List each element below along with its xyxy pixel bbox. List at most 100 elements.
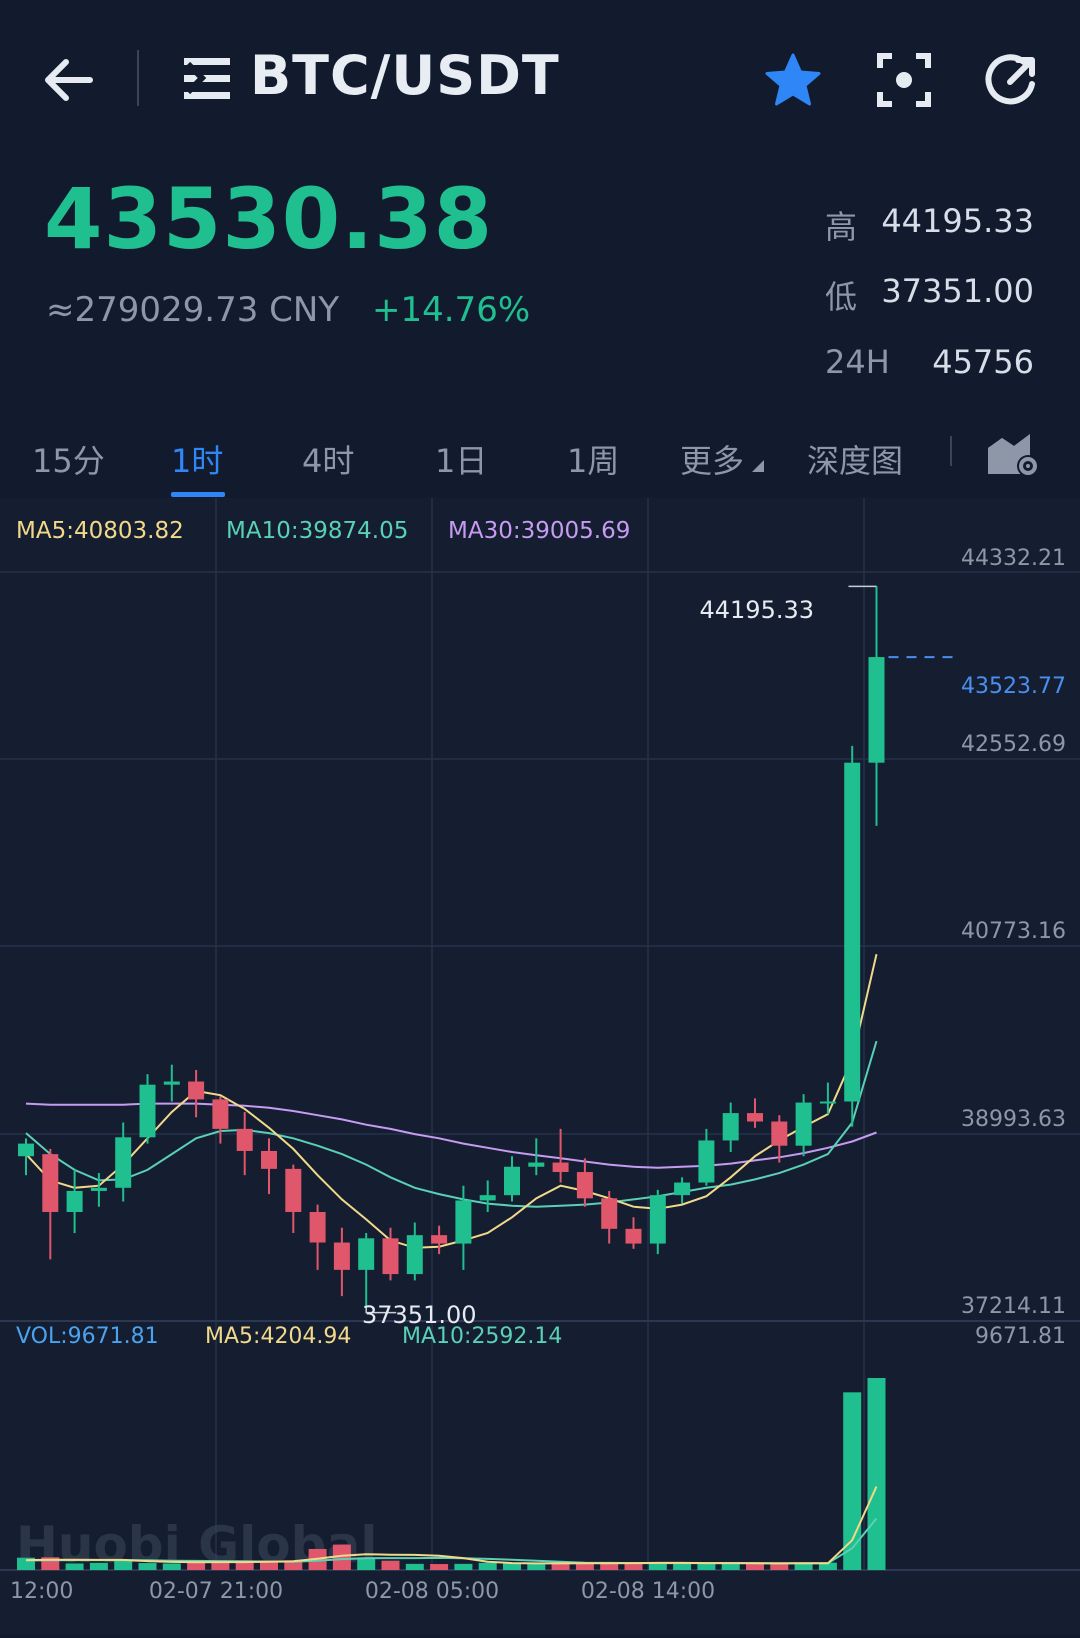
volume-bar <box>65 1563 84 1570</box>
volume-bar <box>430 1564 449 1570</box>
tab-1w[interactable]: 1周 <box>567 436 619 482</box>
candle-body <box>285 1168 302 1212</box>
scan-icon[interactable] <box>876 52 932 108</box>
time-axis-label: 02-08 14:00 <box>581 1579 715 1604</box>
volume-bar <box>697 1563 716 1570</box>
chart-settings-icon[interactable] <box>986 428 1040 478</box>
candle-body <box>455 1200 472 1244</box>
candle-body <box>309 1211 326 1243</box>
candle-body <box>163 1081 180 1085</box>
candle-body <box>406 1235 423 1275</box>
ma5-indicator: MA5:40803.82 <box>16 518 184 544</box>
candle-body <box>747 1113 763 1122</box>
candle-body <box>139 1084 156 1138</box>
volume-24h-label: 24H <box>825 343 890 381</box>
candle-body <box>868 657 885 763</box>
kline-chart[interactable]: Huobi Global MA5:40803.82 MA10:39874.05 … <box>0 498 1080 1634</box>
time-axis-label: 02-07 21:00 <box>149 1579 283 1604</box>
candle-body <box>528 1162 545 1167</box>
low-annotation: 37351.00 <box>362 1301 477 1329</box>
candle-body <box>552 1162 569 1173</box>
price-axis-label: 40773.16 <box>961 919 1066 944</box>
tab-1h[interactable]: 1时 <box>171 436 223 482</box>
price-cny: ≈279029.73 CNY <box>46 290 340 330</box>
volume-bar <box>503 1563 521 1570</box>
tab-15m[interactable]: 15分 <box>32 436 105 482</box>
high-label: 高 <box>825 208 858 246</box>
volume-bar <box>867 1378 886 1570</box>
volume-bar <box>114 1559 133 1570</box>
volume-bar <box>187 1562 206 1570</box>
tab-more-label: 更多 <box>680 442 745 480</box>
candle-body <box>261 1150 277 1169</box>
candle-body <box>212 1099 229 1129</box>
candle-body <box>18 1143 34 1157</box>
candle-body <box>722 1113 739 1141</box>
menu-icon[interactable] <box>184 56 234 102</box>
candle-body <box>479 1195 496 1201</box>
candle-body <box>358 1238 375 1270</box>
candle-body <box>382 1238 399 1275</box>
high-annotation: 44195.33 <box>699 596 814 624</box>
low-value: 37351.00 <box>881 272 1034 310</box>
volume-bar <box>527 1563 546 1570</box>
volume-ma5-indicator: MA5:4204.94 <box>205 1324 351 1349</box>
price-axis-label: 42552.69 <box>961 732 1066 757</box>
candle-body <box>795 1102 812 1146</box>
candle-body <box>576 1172 593 1199</box>
ma10-indicator: MA10:39874.05 <box>226 518 408 544</box>
volume-bar <box>454 1563 473 1570</box>
refresh-icon[interactable] <box>980 50 1040 110</box>
volume-bar <box>162 1563 181 1570</box>
price-axis-label: 44332.21 <box>961 546 1066 571</box>
last-price: 43530.38 <box>44 170 494 268</box>
price-axis-label: 37214.11 <box>961 1294 1066 1319</box>
volume-bar <box>381 1560 400 1570</box>
volume-bar <box>138 1563 157 1570</box>
volume-bar <box>746 1563 764 1570</box>
candle-body <box>625 1228 642 1244</box>
top-bar: BTC/USDT <box>0 0 1080 160</box>
candle-body <box>504 1166 520 1196</box>
candle-body <box>649 1195 666 1244</box>
caret-down-icon <box>752 460 765 472</box>
volume-bar <box>89 1562 108 1570</box>
header-divider <box>137 50 139 106</box>
volume-bar <box>843 1392 862 1570</box>
interval-tabs: 15分 1时 4时 1日 1周 更多 深度图 <box>0 420 1080 496</box>
tab-depth-chart[interactable]: 深度图 <box>807 436 903 482</box>
tabs-divider <box>950 436 952 466</box>
back-arrow-icon[interactable] <box>40 50 100 110</box>
chart-background <box>0 498 1080 1634</box>
volume-bar <box>551 1563 570 1570</box>
candle-body <box>698 1140 715 1183</box>
candle-body <box>333 1242 350 1270</box>
time-axis-label: 12:00 <box>10 1579 73 1604</box>
trading-pair-title: BTC/USDT <box>250 44 560 107</box>
volume-indicator: VOL:9671.81 <box>16 1324 159 1349</box>
candle-body <box>90 1187 107 1191</box>
current-price-label: 43523.77 <box>961 674 1066 699</box>
candle-body <box>236 1128 253 1151</box>
volume-bar <box>721 1563 740 1570</box>
candle-body <box>601 1198 618 1229</box>
time-axis-label: 02-08 05:00 <box>365 1579 499 1604</box>
volume-bar <box>770 1563 789 1570</box>
low-label: 低 <box>825 278 858 316</box>
volume-bar <box>478 1562 497 1570</box>
high-value: 44195.33 <box>881 202 1034 240</box>
volume-bar <box>405 1563 424 1570</box>
candle-body <box>819 1101 836 1104</box>
tab-4h[interactable]: 4时 <box>302 436 354 482</box>
change-percent: +14.76% <box>372 290 531 330</box>
candle-body <box>188 1081 205 1100</box>
volume-24h-value: 45756 <box>932 343 1034 381</box>
candle-body <box>844 762 861 1102</box>
ma30-indicator: MA30:39005.69 <box>448 518 630 544</box>
candle-body <box>42 1154 59 1212</box>
tab-more[interactable]: 更多 <box>680 436 765 482</box>
candle-body <box>674 1182 691 1196</box>
active-tab-indicator <box>171 492 225 497</box>
tab-1d[interactable]: 1日 <box>435 436 487 482</box>
star-icon[interactable] <box>764 52 822 110</box>
